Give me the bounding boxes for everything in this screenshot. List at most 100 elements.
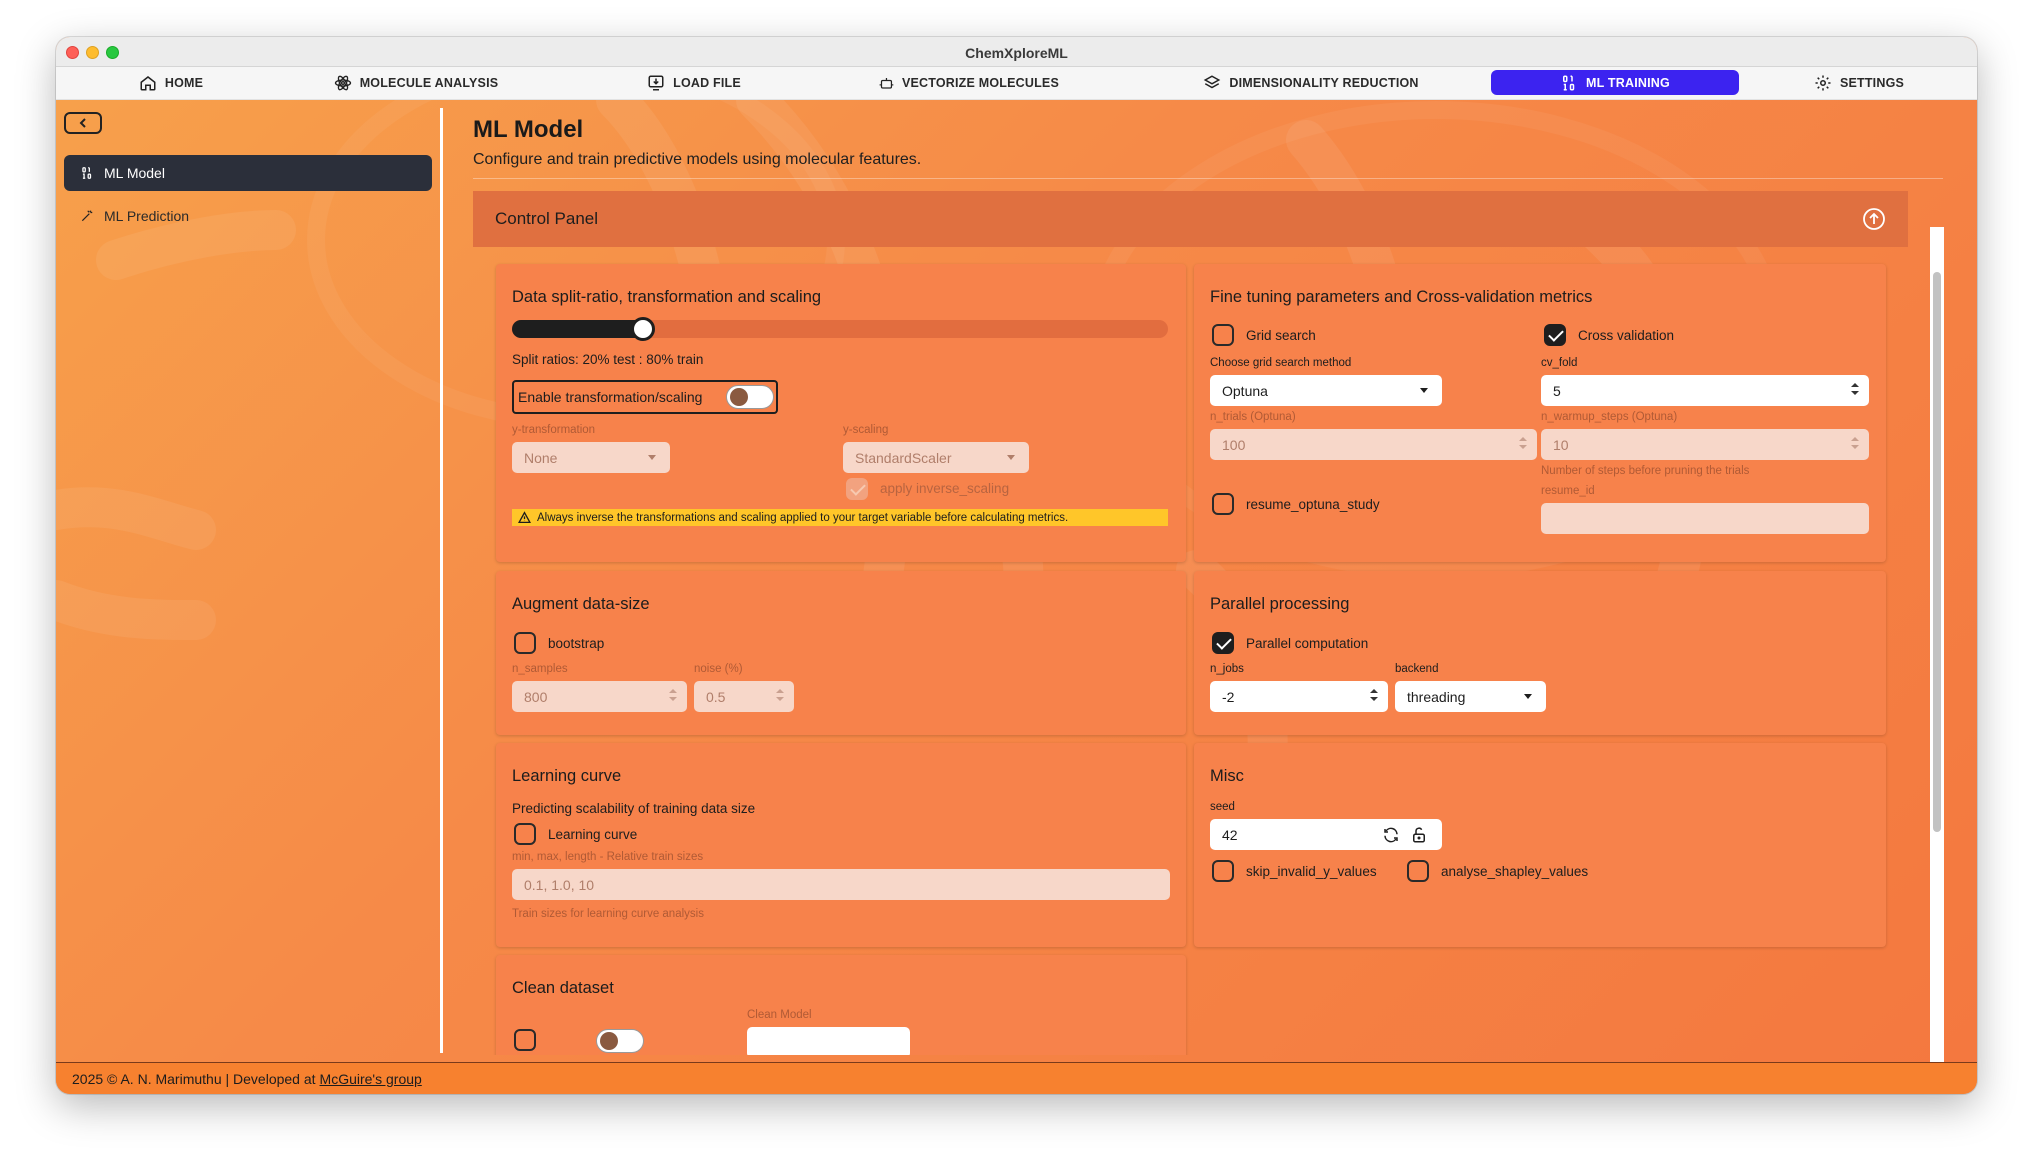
cv-fold-input[interactable]: 5: [1541, 375, 1869, 406]
backend-label: backend: [1395, 663, 1439, 675]
seed-label: seed: [1210, 801, 1235, 813]
n-warmup-value: 10: [1553, 436, 1569, 453]
stepper-icon[interactable]: [1851, 383, 1859, 397]
n-jobs-label: n_jobs: [1210, 663, 1244, 675]
stepper-icon[interactable]: [1519, 437, 1527, 451]
skip-invalid-y-checkbox[interactable]: [1212, 860, 1234, 882]
transformation-toggle[interactable]: [726, 385, 774, 409]
n-trials-value: 100: [1222, 436, 1246, 453]
transformation-toggle-box[interactable]: Enable transformation/scaling: [512, 380, 778, 414]
chevron-left-icon: [79, 118, 86, 128]
learning-curve-card: Learning curve Predicting scalability of…: [496, 743, 1186, 947]
parallel-title: Parallel processing: [1210, 595, 1350, 613]
chevron-down-icon: [1524, 694, 1532, 699]
layers-icon: [1204, 74, 1221, 88]
n-trials-input[interactable]: 100: [1210, 429, 1537, 460]
noise-label: noise (%): [694, 663, 743, 675]
grid-search-method-select[interactable]: Optuna: [1210, 375, 1442, 406]
chevron-down-icon: [648, 455, 656, 460]
fine-tuning-title: Fine tuning parameters and Cross-validat…: [1210, 288, 1593, 306]
gear-icon: [1815, 75, 1831, 90]
collapse-arrow-icon[interactable]: [1862, 207, 1886, 231]
warning-text: Always inverse the transformations and s…: [537, 511, 1069, 524]
nav-dimensionality-reduction[interactable]: DIMENSIONALITY REDUCTION: [1203, 70, 1419, 95]
title-bar: ChemXploreML: [56, 37, 1977, 67]
noise-input[interactable]: 0.5: [694, 681, 794, 712]
main-panel: ML Model Configure and train predictive …: [456, 100, 1954, 1055]
warmup-help-text: Number of steps before pruning the trial…: [1541, 465, 1750, 477]
nav-vectorize-molecules-label: VECTORIZE MOLECULES: [901, 75, 1059, 90]
n-warmup-input[interactable]: 10: [1541, 429, 1869, 460]
cross-validation-label: Cross validation: [1578, 328, 1675, 343]
nav-home[interactable]: HOME: [126, 70, 216, 95]
learning-curve-checkbox[interactable]: [514, 823, 536, 845]
back-button[interactable]: [64, 112, 102, 134]
augment-card: Augment data-size bootstrap n_samples 80…: [496, 571, 1186, 735]
chevron-down-icon: [1420, 388, 1428, 393]
apply-inverse-scaling-checkbox[interactable]: [846, 478, 868, 500]
home-icon: [140, 75, 156, 90]
parallel-computation-checkbox[interactable]: [1212, 632, 1234, 654]
nav-settings[interactable]: SETTINGS: [1809, 70, 1909, 95]
scrollbar-thumb[interactable]: [1933, 272, 1941, 832]
refresh-icon[interactable]: [1382, 826, 1400, 844]
train-sizes-input[interactable]: 0.1, 1.0, 10: [512, 869, 1170, 900]
page-title: ML Model: [473, 116, 584, 143]
bootstrap-checkbox[interactable]: [514, 632, 536, 654]
stepper-icon[interactable]: [776, 689, 784, 703]
learning-curve-checkbox-label: Learning curve: [548, 827, 638, 842]
control-panel-header[interactable]: Control Panel: [473, 191, 1908, 247]
stepper-icon[interactable]: [669, 689, 677, 703]
control-panel: Control Panel Data split-ratio, transfor…: [473, 191, 1908, 1055]
sidebar-item-ml-prediction[interactable]: ML Prediction: [64, 198, 432, 234]
resume-optuna-label: resume_optuna_study: [1246, 497, 1380, 512]
title-divider: [473, 178, 1943, 179]
resume-id-input[interactable]: [1541, 503, 1869, 534]
analyse-shapley-label: analyse_shapley_values: [1441, 864, 1589, 879]
n-samples-input[interactable]: 800: [512, 681, 687, 712]
backend-select[interactable]: threading: [1395, 681, 1546, 712]
stepper-icon[interactable]: [1851, 437, 1859, 451]
y-scaling-label: y-scaling: [843, 424, 889, 436]
train-sizes-placeholder: 0.1, 1.0, 10: [524, 876, 595, 893]
nav-molecule-analysis[interactable]: MOLECULE ANALYSIS: [332, 70, 500, 95]
stepper-icon[interactable]: [1370, 689, 1378, 703]
y-scaling-select[interactable]: StandardScaler: [843, 442, 1029, 473]
sidebar-item-ml-model[interactable]: ML Model: [64, 155, 432, 191]
n-jobs-input[interactable]: -2: [1210, 681, 1388, 712]
seed-input[interactable]: 42: [1210, 819, 1442, 850]
grid-search-checkbox[interactable]: [1212, 324, 1234, 346]
unlock-icon[interactable]: [1410, 826, 1428, 844]
nav-home-label: HOME: [164, 75, 204, 90]
y-transformation-label: y-transformation: [512, 424, 596, 436]
footer-link[interactable]: McGuire's group: [320, 1071, 422, 1087]
cross-validation-checkbox[interactable]: [1544, 324, 1566, 346]
sidebar-divider: [440, 108, 443, 1053]
n-trials-label: n_trials (Optuna): [1210, 411, 1296, 423]
split-slider-thumb[interactable]: [631, 317, 656, 341]
page-subtitle: Configure and train predictive models us…: [473, 151, 922, 168]
augment-title: Augment data-size: [512, 595, 650, 613]
nav-load-file[interactable]: LOAD FILE: [644, 70, 744, 95]
y-transformation-select[interactable]: None: [512, 442, 670, 473]
footer: 2025 © A. N. Marimuthu | Developed at Mc…: [56, 1062, 1977, 1094]
analyse-shapley-checkbox[interactable]: [1407, 860, 1429, 882]
nav-vectorize-molecules[interactable]: VECTORIZE MOLECULES: [879, 70, 1059, 95]
resume-optuna-checkbox[interactable]: [1212, 493, 1234, 515]
chevron-down-icon: [1007, 455, 1015, 460]
clean-dataset-toggle[interactable]: [596, 1029, 644, 1053]
footer-text: 2025 © A. N. Marimuthu | Developed at: [72, 1070, 316, 1087]
window-title: ChemXploreML: [965, 45, 1068, 61]
clean-dataset-checkbox[interactable]: [514, 1029, 536, 1051]
seed-value: 42: [1222, 826, 1238, 843]
nav-ml-training[interactable]: ML TRAINING: [1491, 70, 1739, 95]
resume-id-label: resume_id: [1541, 485, 1595, 497]
misc-card: Misc seed 42 skip_invalid_y_values analy…: [1194, 743, 1886, 947]
scrollbar[interactable]: [1930, 227, 1944, 1062]
split-slider-fill: [512, 320, 650, 338]
learning-curve-subtitle: Predicting scalability of training data …: [512, 801, 756, 816]
control-panel-title: Control Panel: [495, 209, 599, 228]
warning-icon: [518, 511, 531, 524]
skip-invalid-y-label: skip_invalid_y_values: [1246, 864, 1377, 879]
clean-model-select[interactable]: [747, 1027, 910, 1055]
